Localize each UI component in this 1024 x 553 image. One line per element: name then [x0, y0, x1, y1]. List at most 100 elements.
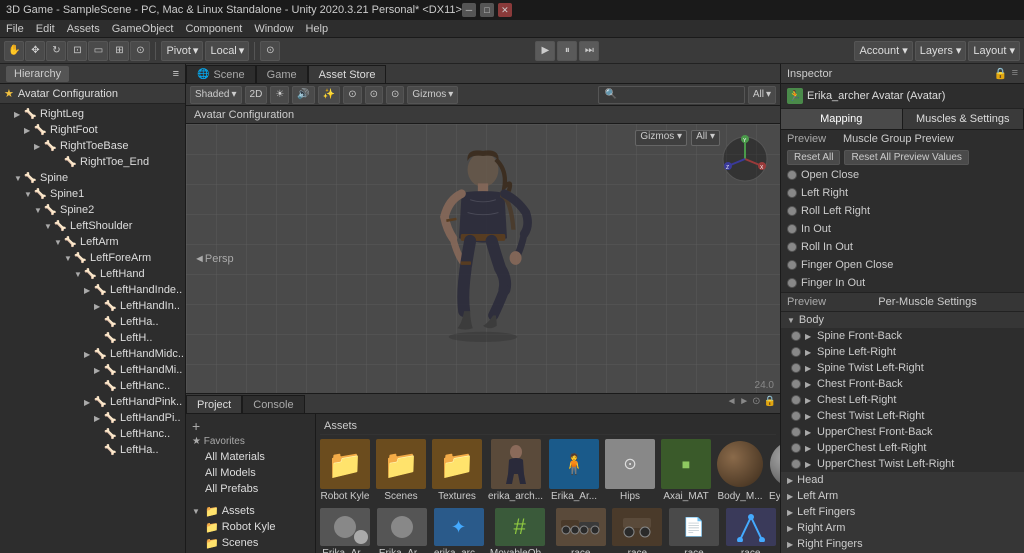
muscle-row-inout[interactable]: In Out — [781, 220, 1024, 238]
tab-asset-store[interactable]: Asset Store — [308, 65, 387, 83]
tree-item-lefthand[interactable]: ▼ 🦴 LeftHand — [0, 266, 185, 282]
asset-textures[interactable]: 📁 Textures — [432, 439, 482, 502]
all-btn[interactable]: All ▾ — [691, 130, 720, 146]
left-fingers-section[interactable]: ▶ Left Fingers — [781, 504, 1024, 520]
menu-component[interactable]: Component — [185, 23, 242, 35]
muscle-row-openclose[interactable]: Open Close — [781, 166, 1024, 184]
muscle-upperchest-twistlr[interactable]: ▶ UpperChest Twist Left-Right — [781, 456, 1024, 472]
proj-all-models[interactable]: All Models — [186, 465, 315, 481]
asset-hips[interactable]: ⊙ Hips — [605, 439, 655, 502]
tree-item-rightleg[interactable]: ▶ 🦴 RightLeg — [0, 106, 185, 122]
tree-item-righttoebase[interactable]: ▶ 🦴 RightToeBase — [0, 138, 185, 154]
layers-dropdown[interactable]: Layers ▾ — [915, 41, 967, 61]
asset-body-m[interactable]: Body_M... — [717, 439, 763, 502]
asset-race3[interactable]: 📄 race — [669, 508, 720, 553]
menu-window[interactable]: Window — [254, 23, 293, 35]
muscle-row-leftright[interactable]: Left Right — [781, 184, 1024, 202]
tree-item-lefth[interactable]: 🦴 LeftH.. — [0, 330, 185, 346]
menu-gameobject[interactable]: GameObject — [112, 23, 174, 35]
rotate-tool[interactable]: ↻ — [46, 41, 66, 61]
maximize-button[interactable]: □ — [480, 3, 494, 17]
asset-race2[interactable]: race — [612, 508, 663, 553]
menu-help[interactable]: Help — [305, 23, 328, 35]
asset-eyespec[interactable]: EyeSpec... — [769, 439, 780, 502]
muscle-row-rollinout[interactable]: Roll In Out — [781, 238, 1024, 256]
all-dropdown[interactable]: All ▾ — [748, 86, 776, 104]
rect-tool[interactable]: ▭ — [88, 41, 108, 61]
tree-item-lefthandindex[interactable]: ▶ 🦴 LeftHandInde.. — [0, 282, 185, 298]
custom-btn2[interactable]: ⊙ — [260, 41, 280, 61]
hand-tool[interactable]: ✋ — [4, 41, 24, 61]
muscle-chest-twistlr[interactable]: ▶ Chest Twist Left-Right — [781, 408, 1024, 424]
tree-item-righttoe[interactable]: 🦴 RightToe_End — [0, 154, 185, 170]
tab-game[interactable]: Game — [256, 65, 308, 83]
audio-btn[interactable]: 🔊 — [292, 86, 314, 104]
scene-btn2[interactable]: ⊙ — [343, 86, 361, 104]
muscle-spine-twistlr[interactable]: ▶ Spine Twist Left-Right — [781, 360, 1024, 376]
pivot-dropdown[interactable]: Pivot ▾ — [161, 41, 203, 61]
menu-file[interactable]: File — [6, 23, 24, 35]
asset-scenes[interactable]: 📁 Scenes — [376, 439, 426, 502]
reset-all-btn[interactable]: Reset All — [787, 150, 840, 165]
tree-item-leftha[interactable]: 🦴 LeftHa.. — [0, 314, 185, 330]
inspector-menu-icon[interactable]: ≡ — [1012, 67, 1018, 80]
move-tool[interactable]: ✥ — [25, 41, 45, 61]
proj-scenes[interactable]: 📁 Scenes — [186, 535, 315, 551]
proj-all-materials[interactable]: All Materials — [186, 449, 315, 465]
scene-btn4[interactable]: ⊙ — [386, 86, 404, 104]
tree-item-leftha2[interactable]: 🦴 LeftHa.. — [0, 442, 185, 458]
tree-item-lefthandpink[interactable]: ▶ 🦴 LeftHandPink.. — [0, 394, 185, 410]
2d-button[interactable]: 2D — [245, 86, 268, 104]
inspector-lock-icon[interactable]: 🔒 — [994, 67, 1008, 80]
muscle-row-fingeropen[interactable]: Finger Open Close — [781, 256, 1024, 274]
add-asset-btn[interactable]: + — [186, 418, 315, 434]
muscle-upperchest-frontback[interactable]: ▶ UpperChest Front-Back — [781, 424, 1024, 440]
muscle-chest-leftright[interactable]: ▶ Chest Left-Right — [781, 392, 1024, 408]
close-button[interactable]: ✕ — [498, 3, 512, 17]
tree-item-lefthandpi[interactable]: ▶ 🦴 LeftHandPi.. — [0, 410, 185, 426]
muscle-chest-frontback[interactable]: ▶ Chest Front-Back — [781, 376, 1024, 392]
tree-item-spine2[interactable]: ▼ 🦴 Spine2 — [0, 202, 185, 218]
muscle-spine-frontback[interactable]: ▶ Spine Front-Back — [781, 328, 1024, 344]
local-dropdown[interactable]: Local ▾ — [205, 41, 249, 61]
minimize-button[interactable]: ─ — [462, 3, 476, 17]
asset-erika-arch[interactable]: erika_arch... — [488, 439, 543, 502]
scene-btn3[interactable]: ⊙ — [365, 86, 383, 104]
scene-viewport[interactable]: ◄Persp Gizmos ▾ All ▾ Y X Z — [186, 124, 780, 393]
tree-item-lefthandmidc[interactable]: ▶ 🦴 LeftHandMidc.. — [0, 346, 185, 362]
asset-robot-kyle[interactable]: 📁 Robot Kyle — [320, 439, 370, 502]
hierarchy-tab[interactable]: Hierarchy — [6, 66, 69, 82]
hierarchy-menu-btn[interactable]: ≡ — [173, 68, 179, 80]
hierarchy-content[interactable]: ▶ 🦴 RightLeg ▶ 🦴 RightFoot ▶ 🦴 RightToeB… — [0, 104, 185, 553]
tab-mapping[interactable]: Mapping — [781, 109, 903, 129]
tree-item-leftshoulder[interactable]: ▼ 🦴 LeftShoulder — [0, 218, 185, 234]
proj-robot-kyle[interactable]: 📁 Robot Kyle — [186, 519, 315, 535]
tree-item-spine[interactable]: ▼ 🦴 Spine — [0, 170, 185, 186]
reset-preview-btn[interactable]: Reset All Preview Values — [844, 150, 968, 165]
tree-item-lefthandmi[interactable]: ▶ 🦴 LeftHandMi.. — [0, 362, 185, 378]
tree-item-leftarm[interactable]: ▼ 🦴 LeftArm — [0, 234, 185, 250]
transform-tool[interactable]: ⊞ — [109, 41, 129, 61]
right-fingers-section[interactable]: ▶ Right Fingers — [781, 536, 1024, 552]
menu-edit[interactable]: Edit — [36, 23, 55, 35]
tree-item-leftforearm[interactable]: ▼ 🦴 LeftForeArm — [0, 250, 185, 266]
step-button[interactable]: ⏭ — [579, 41, 599, 61]
tab-muscles-settings[interactable]: Muscles & Settings — [903, 109, 1024, 129]
pause-button[interactable]: ⏸ — [557, 41, 577, 61]
asset-axai-mat[interactable]: ■ Axai_MAT — [661, 439, 711, 502]
layout-dropdown[interactable]: Layout ▾ — [968, 41, 1020, 61]
asset-erika-ar1[interactable]: 🧍 Erika_Ar... — [549, 439, 599, 502]
right-arm-section[interactable]: ▶ Right Arm — [781, 520, 1024, 536]
gizmos-dropdown[interactable]: Gizmos ▾ — [407, 86, 458, 104]
play-button[interactable]: ▶ — [535, 41, 555, 61]
tree-item-lefthandc2[interactable]: 🦴 LeftHanc.. — [0, 426, 185, 442]
asset-race4[interactable]: race — [725, 508, 776, 553]
asset-movable[interactable]: # MovableOb... — [490, 508, 549, 553]
muscle-spine-leftright[interactable]: ▶ Spine Left-Right — [781, 344, 1024, 360]
asset-erika-small2[interactable]: Erika_Ar... — [377, 508, 428, 553]
menu-assets[interactable]: Assets — [67, 23, 100, 35]
custom-tool[interactable]: ⊙ — [130, 41, 150, 61]
tree-item-lefthandc[interactable]: 🦴 LeftHanc.. — [0, 378, 185, 394]
proj-assets-root[interactable]: ▼ 📁 Assets — [186, 503, 315, 519]
shaded-dropdown[interactable]: Shaded ▾ — [190, 86, 242, 104]
